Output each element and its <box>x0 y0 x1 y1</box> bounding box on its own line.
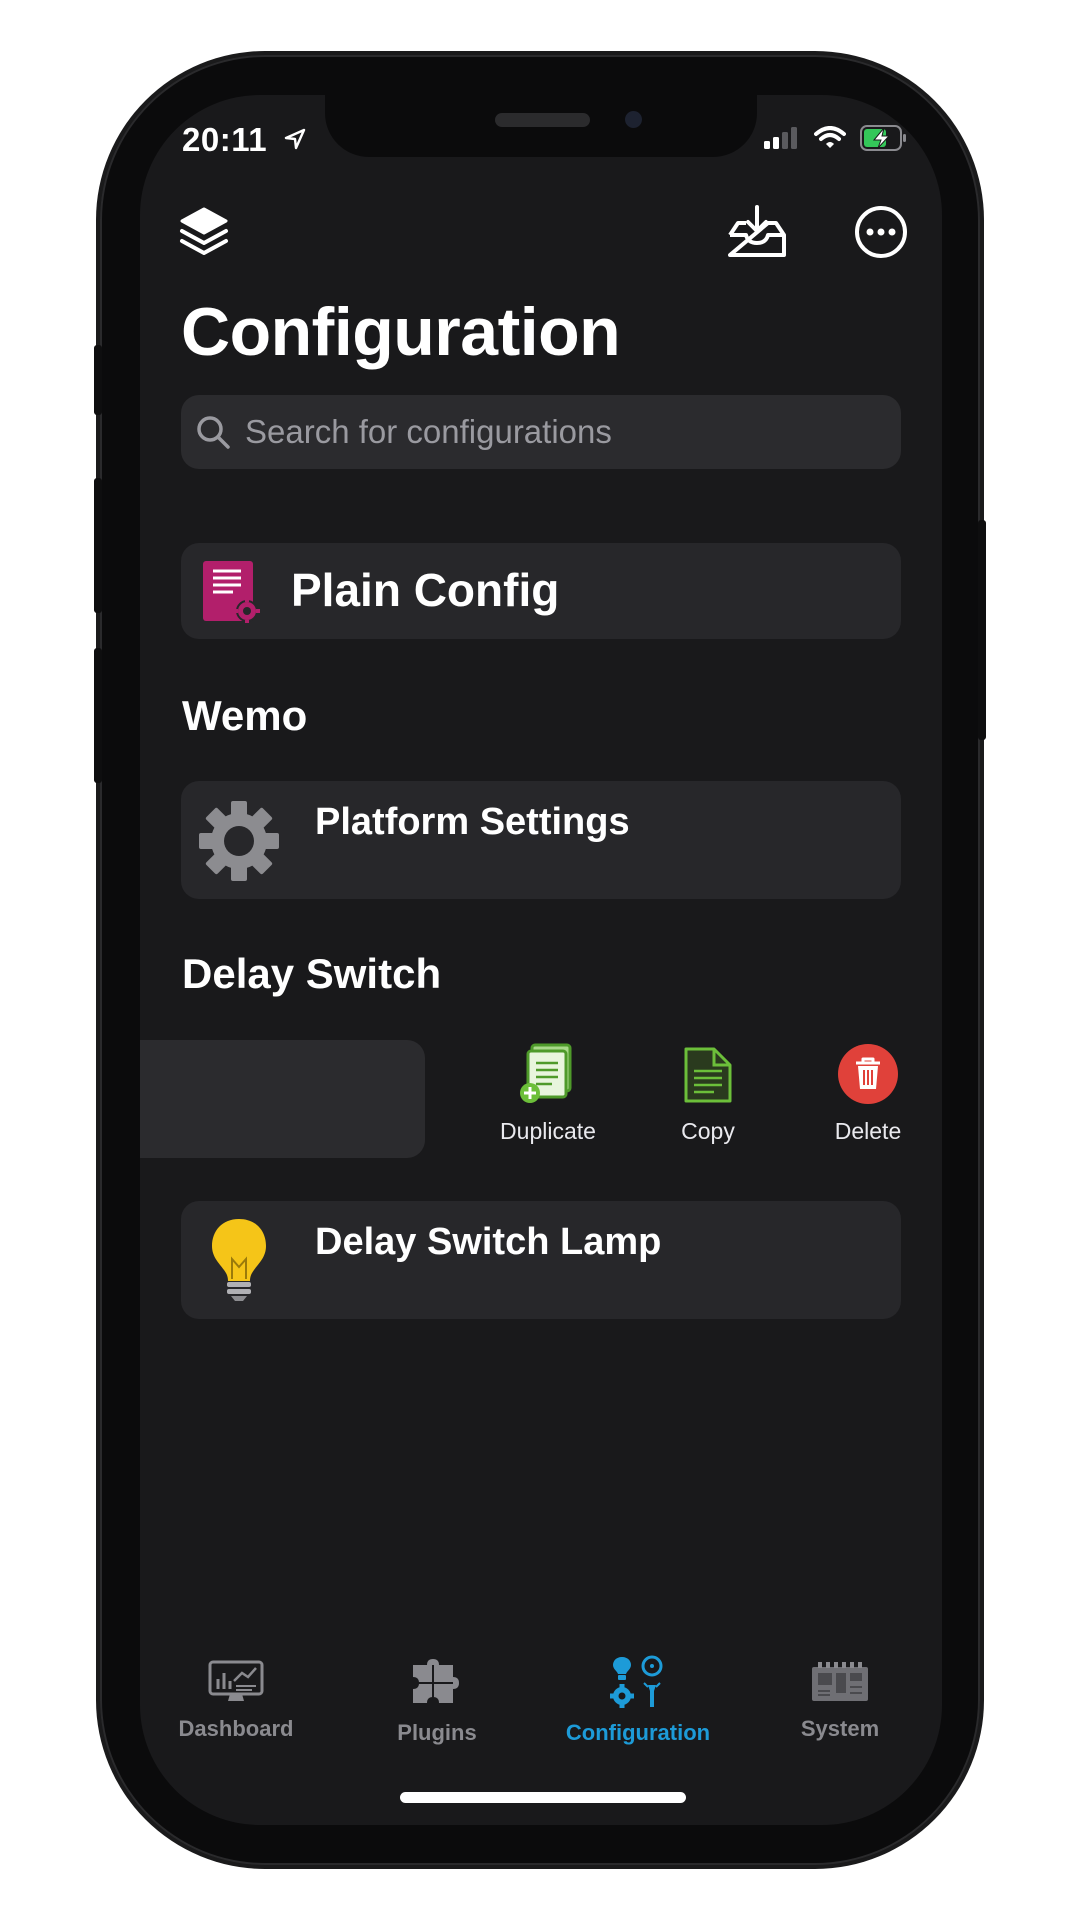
tab-bar: Dashboard Plugins Configuration System <box>140 1655 942 1775</box>
circuit-board-icon <box>812 1662 868 1701</box>
dashboard-icon <box>208 1660 264 1701</box>
platform-settings-label: Platform Settings <box>315 801 630 843</box>
delete-action[interactable]: Delete <box>798 1043 938 1145</box>
search-icon <box>195 414 231 450</box>
location-arrow-icon <box>283 121 307 159</box>
configuration-icon <box>610 1655 663 1708</box>
tab-plugins[interactable]: Plugins <box>352 1659 522 1746</box>
delay-switch-lamp-label: Delay Switch Lamp <box>315 1221 662 1263</box>
search-placeholder: Search for configurations <box>245 413 612 450</box>
battery-charging-icon <box>860 125 908 156</box>
more-options-button[interactable] <box>854 205 908 264</box>
duplicate-document-icon <box>520 1043 572 1103</box>
copy-action[interactable]: Copy <box>638 1043 778 1145</box>
document-gear-icon <box>201 559 261 628</box>
copy-document-icon <box>684 1047 732 1103</box>
front-camera <box>625 111 642 128</box>
tab-plugins-label: Plugins <box>397 1720 477 1745</box>
volume-up-button <box>94 478 102 613</box>
puzzle-icon <box>413 1659 459 1703</box>
wifi-icon <box>814 126 846 155</box>
page-title: Configuration <box>181 294 621 370</box>
tab-dashboard-label: Dashboard <box>178 1716 294 1741</box>
mute-switch <box>94 345 102 415</box>
layers-menu-button[interactable] <box>178 205 230 266</box>
lightbulb-icon <box>209 1217 269 1308</box>
tab-system-label: System <box>800 1716 880 1741</box>
tab-system[interactable]: System <box>755 1661 925 1742</box>
notch <box>325 95 757 157</box>
delay-switch-lamp-row[interactable]: Delay Switch Lamp <box>181 1201 901 1319</box>
tab-dashboard[interactable]: Dashboard <box>151 1659 321 1742</box>
plain-config-row[interactable]: Plain Config <box>181 543 901 639</box>
copy-label: Copy <box>681 1118 735 1144</box>
cellular-signal-icon <box>764 127 800 154</box>
earpiece-speaker <box>495 113 590 127</box>
home-indicator[interactable] <box>400 1792 686 1803</box>
section-title-wemo: Wemo <box>182 692 308 739</box>
layers-icon <box>180 207 228 255</box>
duplicate-action[interactable]: Duplicate <box>478 1043 618 1145</box>
tab-configuration-label: Configuration <box>565 1720 711 1745</box>
app-screen: 20:11 Configuration Search for configura… <box>140 95 942 1825</box>
gear-icon <box>197 799 281 888</box>
ellipsis-circle-icon <box>855 206 907 258</box>
section-title-delay-switch: Delay Switch <box>182 950 442 997</box>
status-time-text: 20:11 <box>182 121 268 158</box>
swiped-row[interactable] <box>140 1040 425 1158</box>
platform-settings-row[interactable]: Platform Settings <box>181 781 901 899</box>
volume-down-button <box>94 648 102 783</box>
search-bar[interactable]: Search for configurations <box>181 395 901 469</box>
tab-configuration[interactable]: Configuration <box>553 1655 723 1746</box>
status-indicators <box>764 125 908 156</box>
power-button <box>978 520 986 740</box>
import-button[interactable] <box>726 203 788 266</box>
plain-config-label: Plain Config <box>291 564 560 616</box>
inbox-download-icon <box>728 205 786 257</box>
status-time: 20:11 <box>182 121 307 159</box>
trash-icon <box>838 1044 898 1104</box>
duplicate-label: Duplicate <box>500 1118 596 1144</box>
delete-label: Delete <box>834 1118 902 1144</box>
